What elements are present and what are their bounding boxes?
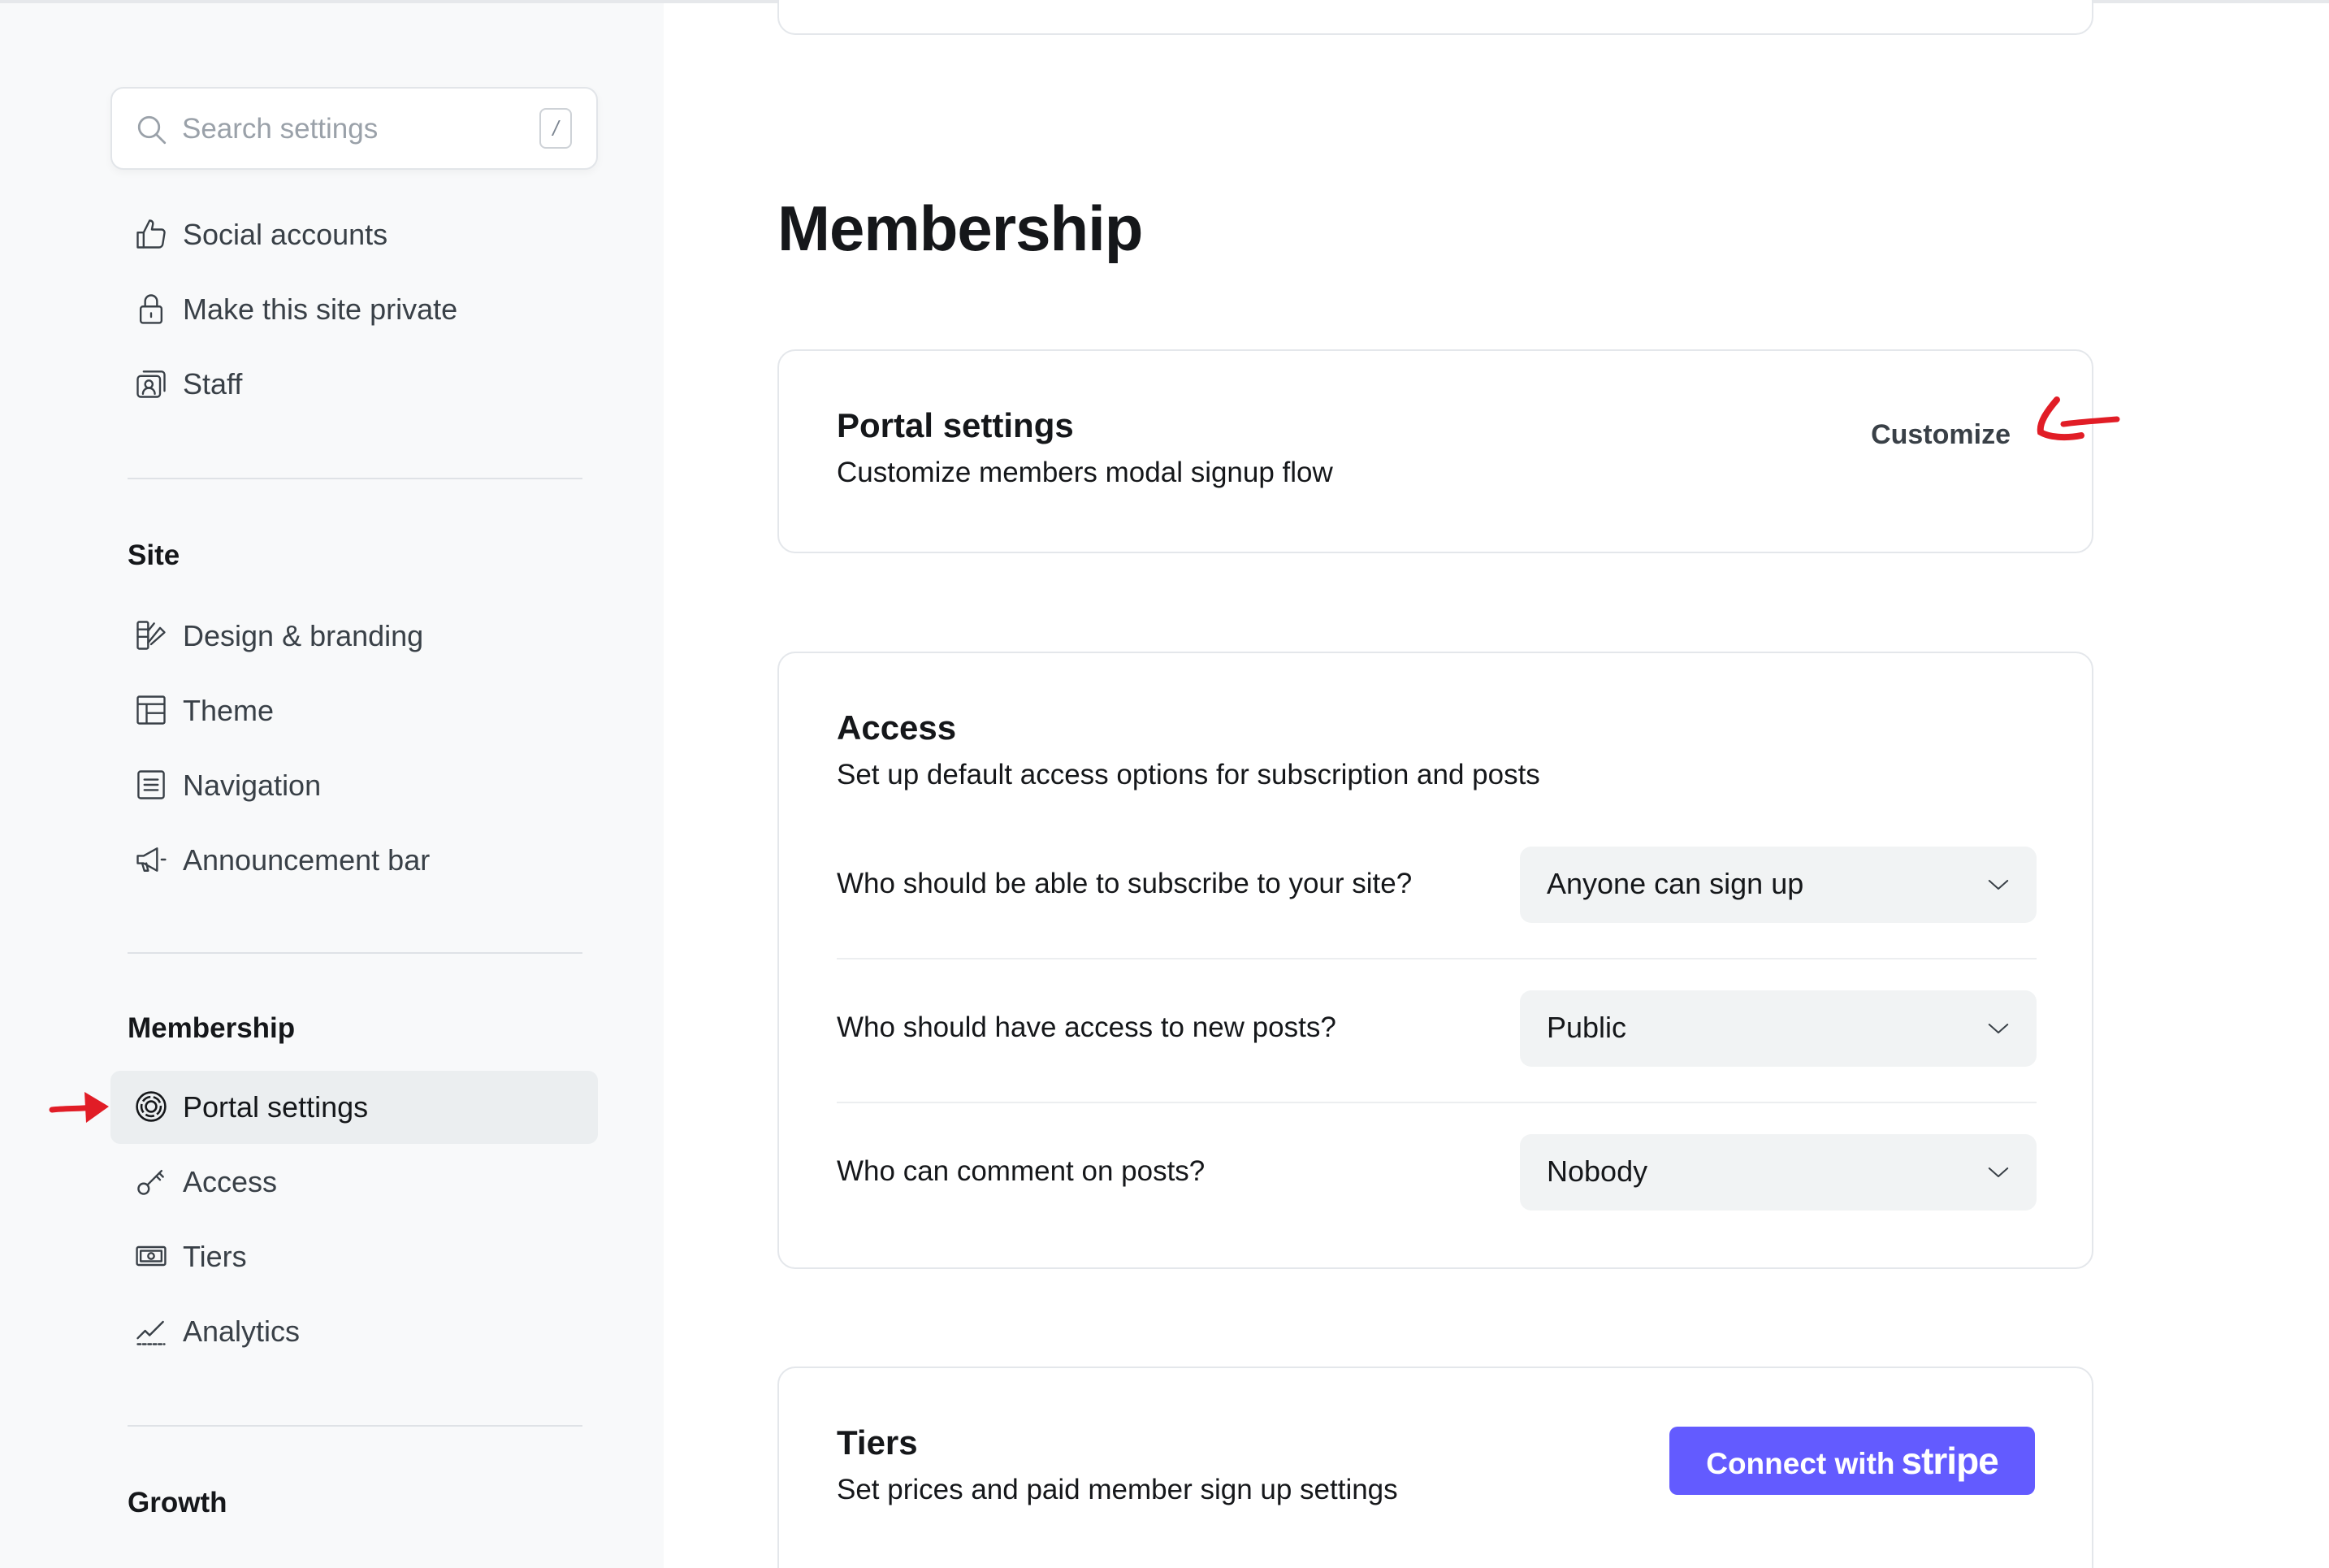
post-access-setting-row: Who should have access to new posts? Pub…: [837, 990, 2037, 1072]
sidebar-item-label: Theme: [183, 694, 275, 727]
sidebar-item-access[interactable]: Access: [110, 1146, 598, 1219]
sidebar-item-tiers[interactable]: Tiers: [110, 1220, 598, 1293]
search-box[interactable]: /: [110, 87, 598, 170]
sidebar-item-label: Staff: [183, 367, 243, 401]
setting-question: Who should be able to subscribe to your …: [837, 868, 1413, 899]
lock-icon: [139, 294, 163, 324]
sidebar-section-growth: Growth: [128, 1487, 227, 1518]
access-title: Access: [837, 708, 957, 747]
settings-page: / Facebook card Social accounts Make thi…: [0, 0, 2329, 1568]
customize-button[interactable]: Customize: [1871, 419, 2011, 451]
megaphone-icon: [136, 847, 167, 872]
comments-access-select[interactable]: Nobody: [1520, 1134, 2037, 1211]
staff-icon: [136, 370, 166, 398]
palette-icon: [136, 621, 166, 650]
money-icon: [136, 1245, 167, 1267]
access-description: Set up default access options for subscr…: [837, 759, 1540, 790]
sidebar-item-label: Tiers: [183, 1240, 247, 1273]
search-icon: [137, 115, 167, 145]
post-access-select[interactable]: Public: [1520, 990, 2037, 1067]
connect-with-stripe-button[interactable]: Connect with stripe: [1669, 1427, 2035, 1495]
sidebar-item-analytics[interactable]: Analytics: [110, 1295, 598, 1368]
tiers-title: Tiers: [837, 1423, 918, 1462]
portal-settings-description: Customize members modal signup flow: [837, 457, 1333, 488]
sidebar-item-theme[interactable]: Theme: [110, 674, 598, 747]
sidebar-divider: [128, 478, 582, 479]
sidebar-divider: [128, 952, 582, 954]
portal-settings-title: Portal settings: [837, 406, 1074, 444]
chevron-down-icon: [1988, 1167, 2009, 1177]
setting-question: Who can comment on posts?: [837, 1155, 1206, 1187]
chart-icon: [136, 1320, 166, 1345]
search-input[interactable]: [182, 106, 507, 152]
sidebar-item-label: Portal settings: [183, 1090, 369, 1124]
select-value: Nobody: [1547, 1154, 1648, 1188]
row-divider: [837, 958, 2037, 959]
layout-icon: [136, 695, 166, 725]
previous-card-edge: [777, 0, 2093, 35]
select-value: Public: [1547, 1011, 1627, 1044]
page-title: Membership: [777, 193, 1143, 264]
sidebar-item-label: Navigation: [183, 769, 322, 802]
annotation-arrow-icon: [49, 1092, 109, 1123]
sidebar-item-social-accounts[interactable]: Social accounts: [110, 198, 598, 271]
select-value: Anyone can sign up: [1547, 867, 1804, 900]
sidebar-section-membership: Membership: [128, 1012, 296, 1044]
list-icon: [137, 770, 165, 799]
annotation-arrow-icon: [2037, 396, 2120, 441]
portal-settings-card: Portal settings Customize members modal …: [777, 349, 2093, 553]
subscribe-access-select[interactable]: Anyone can sign up: [1520, 847, 2037, 923]
sidebar-item-label: Announcement bar: [183, 843, 431, 877]
sidebar-section-site: Site: [128, 539, 180, 571]
access-card: Access Set up default access options for…: [777, 652, 2093, 1269]
sidebar-item-label: Make this site private: [183, 292, 458, 326]
setting-question: Who should have access to new posts?: [837, 1011, 1336, 1043]
subscribe-setting-row: Who should be able to subscribe to your …: [837, 847, 2037, 928]
search-shortcut-key: /: [539, 108, 572, 149]
tiers-description: Set prices and paid member sign up setti…: [837, 1474, 1398, 1505]
thumbs-up-icon: [136, 219, 166, 249]
row-divider: [837, 1102, 2037, 1103]
sidebar-item-label: Analytics: [183, 1315, 301, 1348]
sidebar-item-portal-settings[interactable]: Portal settings: [110, 1071, 598, 1144]
comments-setting-row: Who can comment on posts? Nobody: [837, 1134, 2037, 1215]
tiers-card: Tiers Set prices and paid member sign up…: [777, 1367, 2093, 1568]
sidebar-item-label: Access: [183, 1165, 278, 1198]
sidebar-divider: [128, 1425, 582, 1427]
settings-sidebar: / Facebook card Social accounts Make thi…: [0, 3, 664, 1568]
chevron-down-icon: [1988, 880, 2009, 890]
stripe-logo-text: stripe: [1901, 1440, 1999, 1482]
portal-icon: [136, 1091, 167, 1122]
sidebar-item-label: Design & branding: [183, 619, 424, 652]
chevron-down-icon: [1988, 1024, 2009, 1033]
sidebar-item-navigation[interactable]: Navigation: [110, 749, 598, 822]
stripe-button-prefix: Connect with: [1706, 1447, 1895, 1480]
sidebar-item-staff[interactable]: Staff: [110, 348, 598, 421]
key-icon: [137, 1169, 164, 1195]
sidebar-item-design-branding[interactable]: Design & branding: [110, 600, 598, 673]
sidebar-item-announcement-bar[interactable]: Announcement bar: [110, 824, 598, 897]
sidebar-item-make-site-private[interactable]: Make this site private: [110, 273, 598, 346]
sidebar-item-label: Social accounts: [183, 218, 388, 251]
